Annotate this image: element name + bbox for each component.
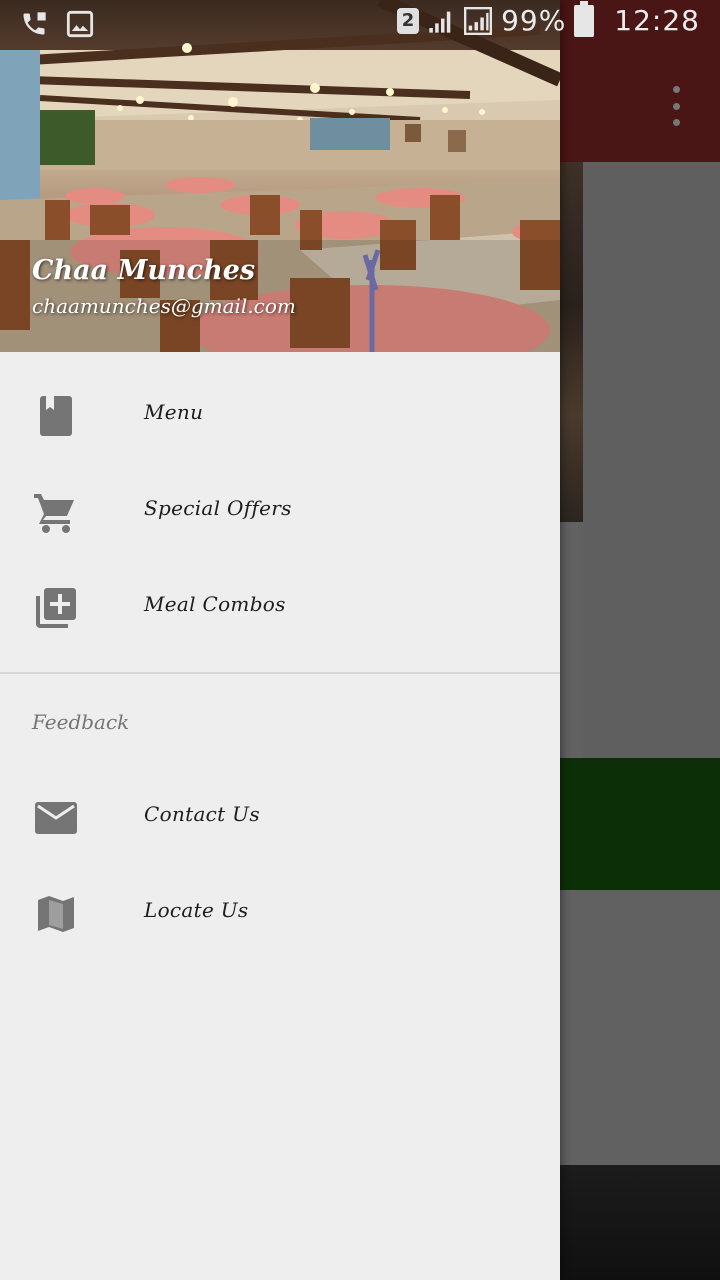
- nav-item-locate-us[interactable]: Locate Us: [0, 866, 560, 962]
- cart-icon: [34, 494, 74, 533]
- library-add-icon: [36, 588, 76, 628]
- status-bar: 2 99% 12:28: [0, 0, 720, 50]
- nav-item-label: Special Offers: [144, 496, 292, 520]
- signal-icon: [464, 6, 493, 35]
- sim-slot-badge: 2: [397, 7, 420, 34]
- battery-percentage: 99%: [501, 4, 567, 37]
- map-icon: [38, 896, 74, 932]
- book-icon: [40, 396, 72, 436]
- background-green-card: [540, 758, 720, 890]
- image-notification-icon: [66, 10, 94, 38]
- navigation-drawer: Chaa Munches chaamunches@gmail.com Menu …: [0, 0, 560, 1280]
- nav-item-label: Locate Us: [144, 898, 249, 922]
- mail-icon: [35, 802, 77, 834]
- nav-item-meal-combos[interactable]: Meal Combos: [0, 560, 560, 656]
- overflow-menu-icon[interactable]: [660, 86, 692, 126]
- background-panel: [583, 162, 720, 758]
- drawer-divider: [0, 672, 560, 674]
- nav-item-menu[interactable]: Menu: [0, 368, 560, 464]
- battery-icon: [574, 0, 595, 37]
- nav-item-label: Contact Us: [144, 802, 260, 826]
- signal-icon: [429, 11, 451, 33]
- nav-item-special-offers[interactable]: Special Offers: [0, 464, 560, 560]
- nav-item-label: Menu: [144, 400, 204, 424]
- account-name: Chaa Munches: [32, 255, 256, 286]
- nav-item-label: Meal Combos: [144, 592, 286, 616]
- background-dark-card: [540, 1165, 720, 1280]
- section-header-feedback: Feedback: [32, 710, 130, 734]
- call-forwarding-icon: [23, 12, 46, 35]
- clock: 12:28: [614, 4, 700, 37]
- nav-item-contact-us[interactable]: Contact Us: [0, 770, 560, 866]
- account-email: chaamunches@gmail.com: [32, 294, 296, 318]
- drawer-header: Chaa Munches chaamunches@gmail.com: [0, 0, 560, 352]
